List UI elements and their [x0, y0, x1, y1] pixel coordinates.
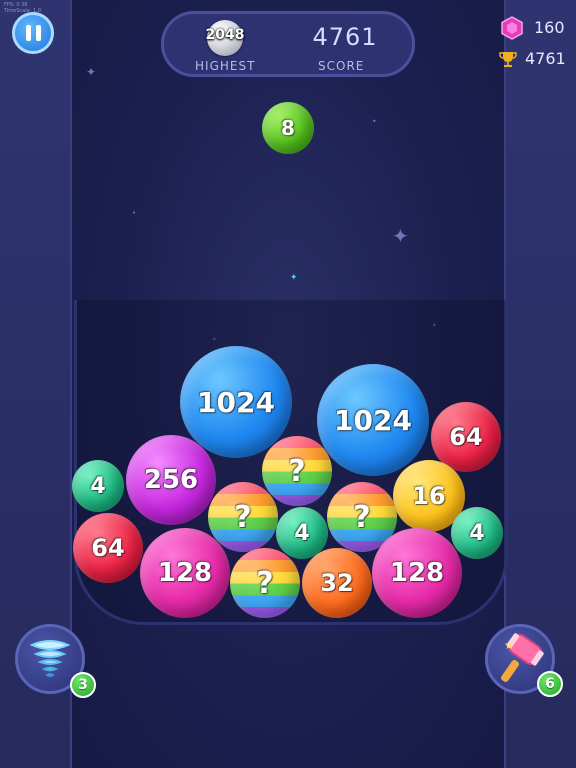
star-icon: • [372, 117, 377, 126]
ball: 32 [302, 548, 372, 618]
ball: ? [230, 548, 300, 618]
score-panel: 2048 HIGHEST 4761 SCORE [161, 11, 415, 77]
score-label: SCORE [318, 59, 365, 73]
ball: 128 [372, 528, 462, 618]
pause-icon [25, 25, 31, 41]
svg-text:★: ★ [504, 638, 515, 652]
star-icon: ✦ [290, 273, 298, 283]
trophy-icon [499, 52, 517, 67]
trophy-count: 4761 [525, 49, 566, 68]
star-icon: • [132, 209, 137, 217]
tornado-count-badge: 3 [70, 672, 96, 698]
star-icon: ✦ [392, 224, 409, 248]
gem-icon [501, 16, 523, 40]
pause-icon [35, 25, 41, 41]
ball: 256 [126, 435, 216, 525]
highest-label: HIGHEST [195, 59, 256, 73]
pause-button[interactable] [12, 12, 54, 54]
ball: ? [208, 482, 278, 552]
ball: ? [262, 436, 332, 506]
score-value: 4761 [312, 23, 378, 51]
ball: 1024 [180, 346, 292, 458]
ball: 64 [73, 513, 143, 583]
hammer-count-badge: 6 [537, 671, 563, 697]
next-ball[interactable]: 8 [262, 102, 314, 154]
gem-count: 160 [534, 18, 565, 37]
ball: 4 [72, 460, 124, 512]
ball: 1024 [317, 364, 429, 476]
highest-value: 2048 [205, 27, 245, 43]
ball: 4 [451, 507, 503, 559]
ball: 128 [140, 528, 230, 618]
star-icon: ✦ [86, 65, 97, 79]
